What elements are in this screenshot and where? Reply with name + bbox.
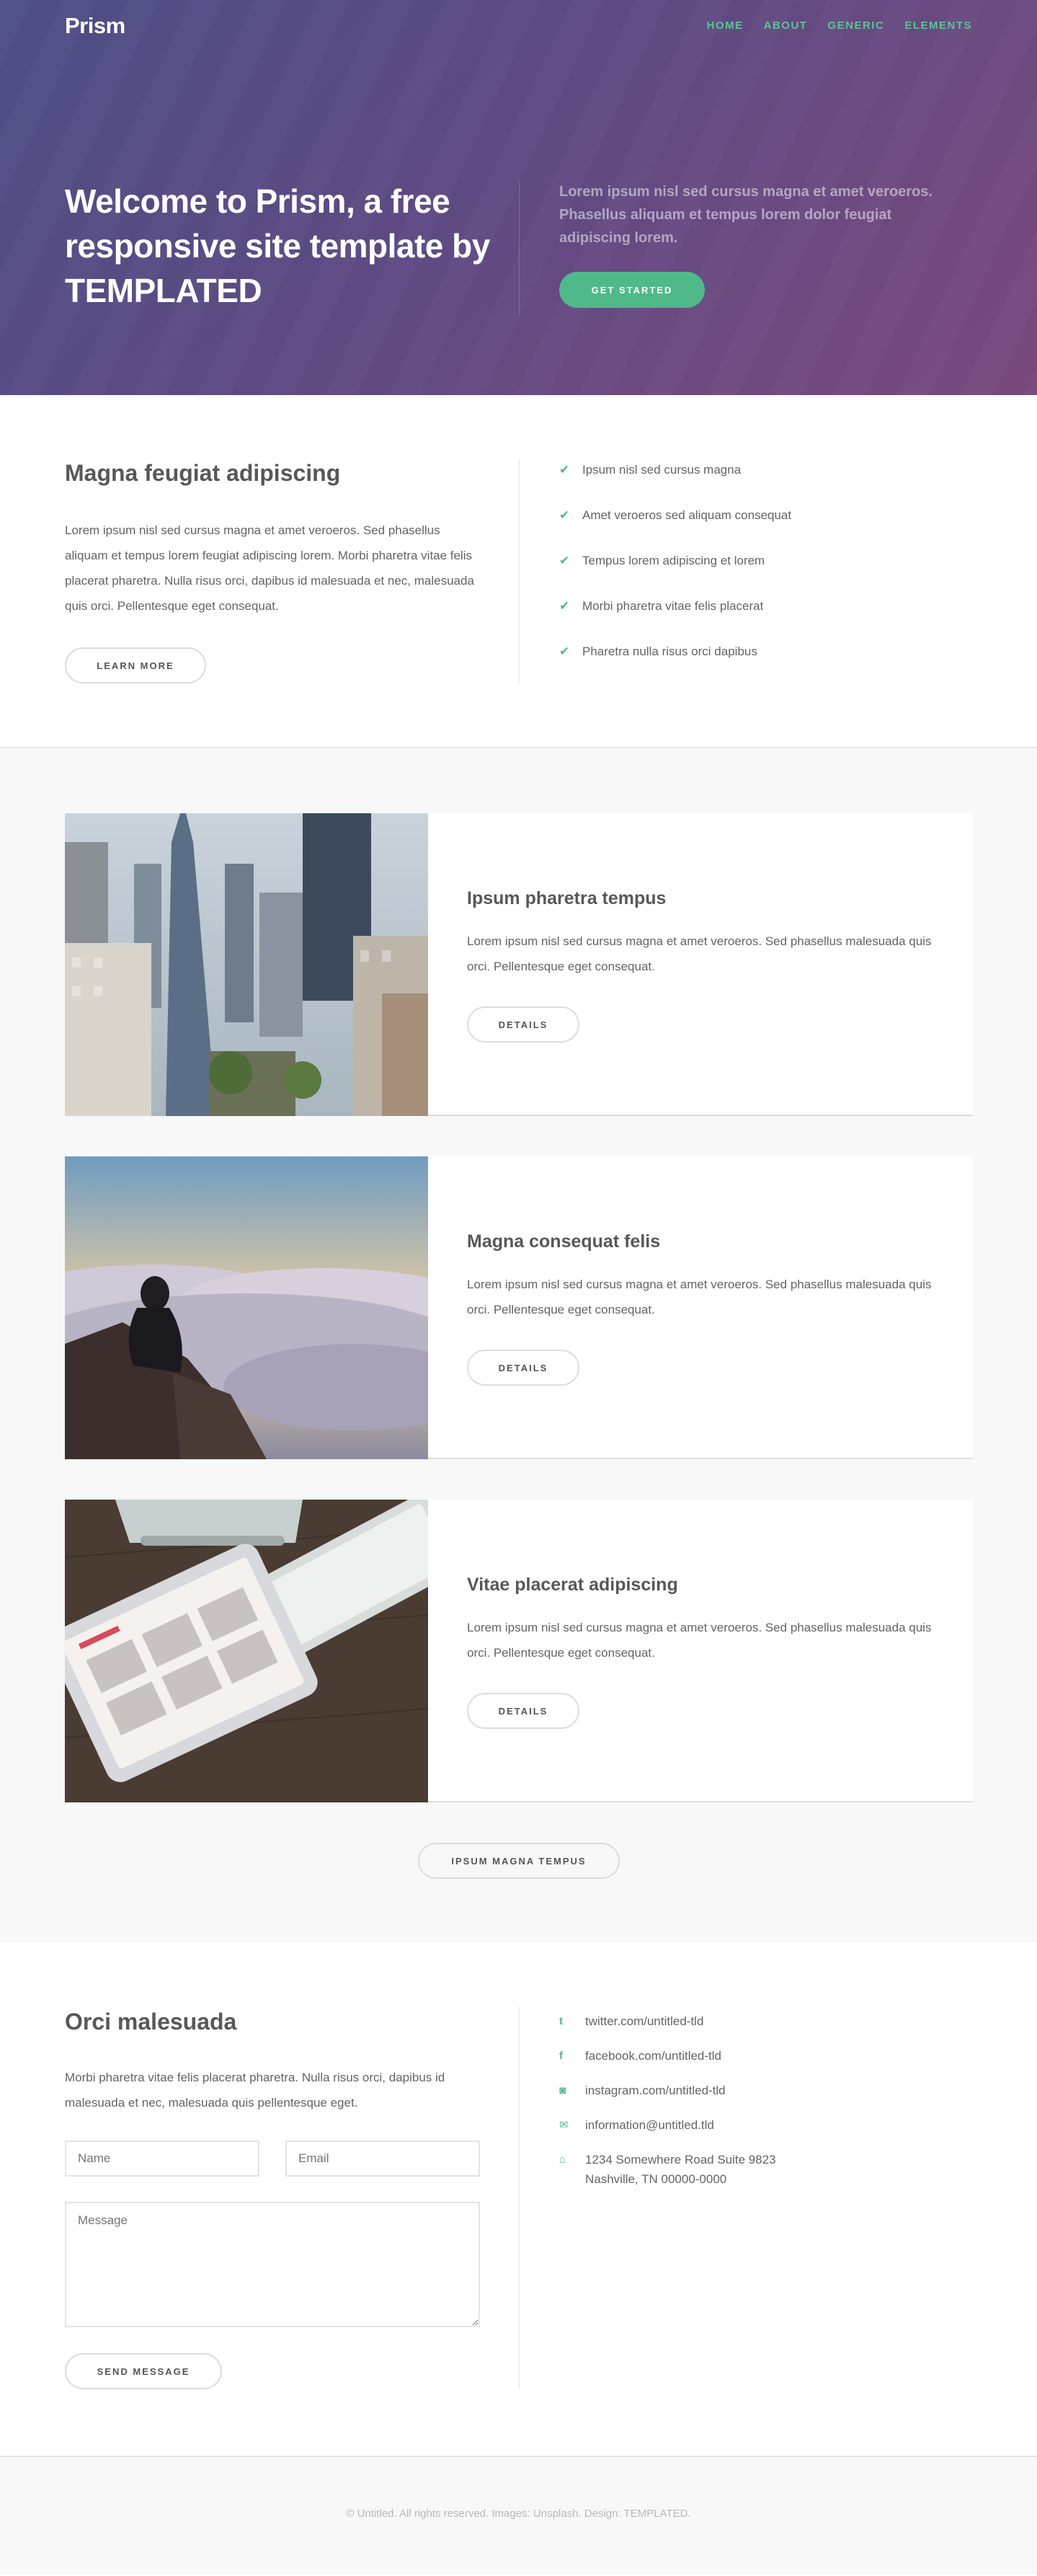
details-button[interactable]: DETAILS [467, 1006, 579, 1043]
intro-section: Magna feugiat adipiscing Lorem ipsum nis… [0, 395, 1037, 748]
details-button[interactable]: DETAILS [467, 1693, 579, 1729]
check-icon: ✔ [559, 508, 570, 522]
card-text: Lorem ipsum nisl sed cursus magna et ame… [467, 1278, 932, 1316]
address-line-2: Nashville, TN 00000-0000 [585, 2172, 727, 2186]
card-title: Vitae placerat adipiscing [467, 1575, 678, 1595]
nav-generic-link[interactable]: GENERIC [827, 19, 884, 32]
contact-links: t twitter.com/untitled-tld f facebook.co… [559, 2011, 776, 2204]
address-line-1: 1234 Somewhere Road Suite 9823 [585, 2153, 776, 2166]
check-icon: ✔ [559, 599, 570, 613]
twitter-icon: t [559, 2015, 563, 2027]
tablet-keyboard-photo [65, 1500, 428, 1802]
message-field[interactable] [65, 2202, 480, 2327]
check-icon: ✔ [559, 645, 570, 658]
contact-item-address: ⌂ 1234 Somewhere Road Suite 9823 Nashvil… [559, 2150, 776, 2189]
contact-paragraph: Morbi pharetra vitae felis placerat phar… [65, 2071, 445, 2110]
intro-divider [519, 459, 520, 682]
check-icon: ✔ [559, 554, 570, 567]
contact-link-text[interactable]: information@untitled.tld [585, 2115, 714, 2135]
nav-about-link[interactable]: ABOUT [764, 19, 808, 32]
list-item: ✔ Amet veroeros sed aliquam consequat [559, 508, 792, 522]
nav-elements-link[interactable]: ELEMENTS [904, 19, 972, 32]
address-text: 1234 Somewhere Road Suite 9823 Nashville… [585, 2150, 776, 2189]
contact-divider [519, 2007, 520, 2389]
copyright-text: © Untitled. All rights reserved. Images:… [346, 2508, 691, 2520]
envelope-icon: ✉ [559, 2119, 569, 2131]
contact-item-facebook[interactable]: f facebook.com/untitled-tld [559, 2046, 776, 2066]
list-item: ✔ Ipsum nisl sed cursus magna [559, 463, 742, 477]
list-item: ✔ Tempus lorem adipiscing et lorem [559, 554, 765, 567]
details-button[interactable]: DETAILS [467, 1350, 579, 1386]
hero-title: Welcome to Prism, a free responsive site… [65, 182, 490, 309]
contact-link-text[interactable]: twitter.com/untitled-tld [585, 2011, 703, 2031]
main-nav: HOME ABOUT GENERIC ELEMENTS [707, 19, 972, 32]
hero-divider [519, 182, 520, 316]
spotlight-card: Magna consequat felis Lorem ipsum nisl s… [65, 1156, 973, 1459]
site-logo[interactable]: Prism [65, 13, 125, 39]
list-item: ✔ Morbi pharetra vitae felis placerat [559, 599, 764, 613]
learn-more-button[interactable]: LEARN MORE [65, 647, 206, 683]
card-title: Ipsum pharetra tempus [467, 888, 667, 908]
facebook-icon: f [559, 2050, 563, 2062]
spotlight-section: Ipsum pharetra tempus Lorem ipsum nisl s… [0, 748, 1037, 1942]
man-above-clouds-photo [65, 1156, 428, 1459]
feature-list: ✔ Ipsum nisl sed cursus magna ✔ Amet veroe… [559, 463, 791, 690]
intro-paragraph: Lorem ipsum nisl sed cursus magna et ame… [65, 523, 474, 613]
spotlight-card: Ipsum pharetra tempus Lorem ipsum nisl s… [65, 813, 973, 1116]
ipsum-magna-tempus-button[interactable]: IPSUM MAGNA TEMPUS [418, 1843, 620, 1879]
get-started-button[interactable]: GET STARTED [559, 272, 705, 308]
contact-title: Orci malesuada [65, 2009, 237, 2035]
home-icon: ⌂ [559, 2154, 566, 2166]
contact-item-email[interactable]: ✉ information@untitled.tld [559, 2115, 776, 2135]
card-title: Magna consequat felis [467, 1231, 661, 1252]
contact-link-text[interactable]: instagram.com/untitled-tld [585, 2081, 726, 2100]
banner: Prism HOME ABOUT GENERIC ELEMENTS Welcom… [0, 0, 1037, 395]
nav-home-link[interactable]: HOME [707, 19, 744, 32]
contact-item-instagram[interactable]: ◙ instagram.com/untitled-tld [559, 2081, 776, 2100]
card-text: Lorem ipsum nisl sed cursus magna et ame… [467, 1621, 932, 1660]
name-field[interactable] [65, 2141, 259, 2177]
contact-link-text[interactable]: facebook.com/untitled-tld [585, 2046, 721, 2066]
send-message-button[interactable]: SEND MESSAGE [65, 2353, 222, 2389]
email-field[interactable] [285, 2141, 480, 2177]
top-navigation-bar: Prism HOME ABOUT GENERIC ELEMENTS [0, 0, 1037, 52]
hero-text: Lorem ipsum nisl sed cursus magna et ame… [559, 184, 933, 246]
intro-title: Magna feugiat adipiscing [65, 460, 341, 486]
list-item: ✔ Pharetra nulla risus orci dapibus [559, 645, 757, 658]
contact-section: Orci malesuada Morbi pharetra vitae feli… [0, 1942, 1037, 2457]
instagram-icon: ◙ [559, 2084, 566, 2097]
spotlight-card: Vitae placerat adipiscing Lorem ipsum ni… [65, 1500, 973, 1802]
footer: © Untitled. All rights reserved. Images:… [0, 2457, 1037, 2575]
city-skyline-photo [65, 813, 428, 1116]
check-icon: ✔ [559, 463, 570, 477]
contact-item-twitter[interactable]: t twitter.com/untitled-tld [559, 2011, 776, 2031]
card-text: Lorem ipsum nisl sed cursus magna et ame… [467, 934, 932, 973]
